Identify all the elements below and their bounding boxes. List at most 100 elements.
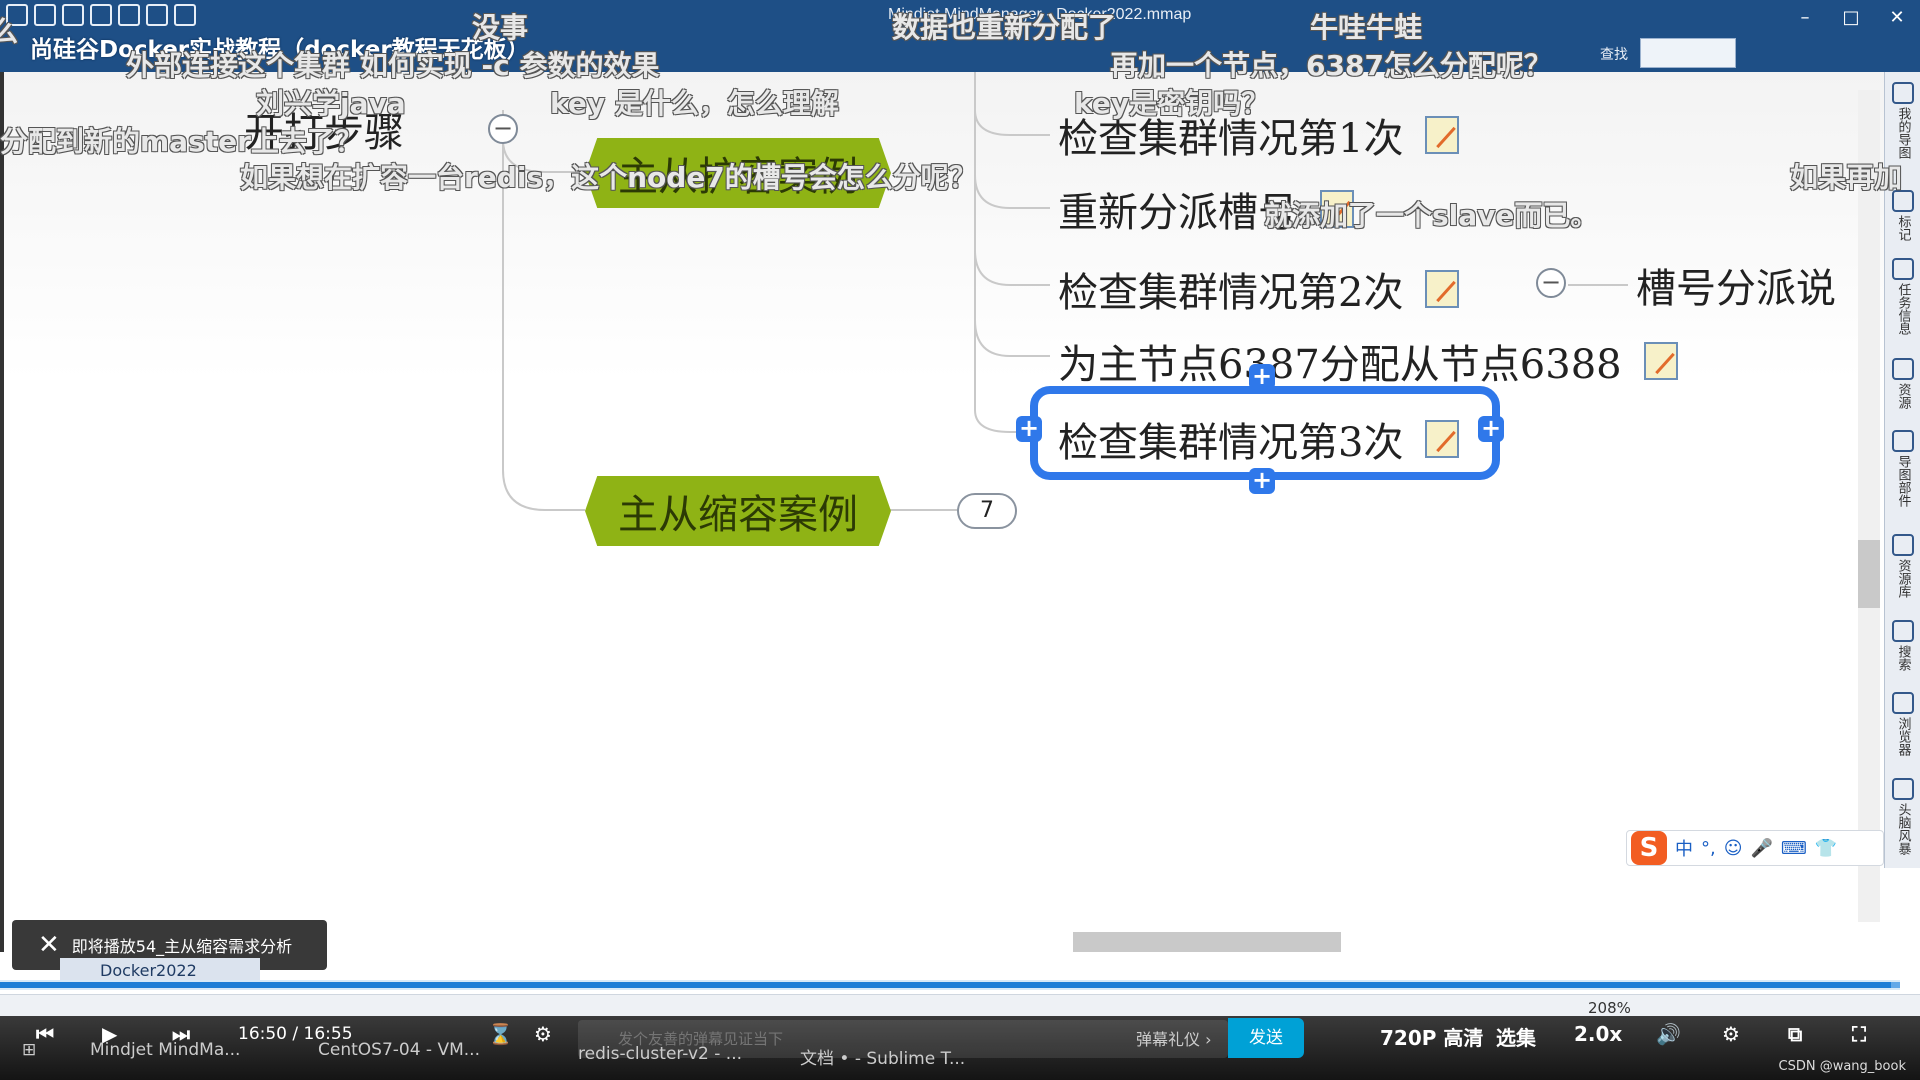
- ime-language-toggle[interactable]: 中: [1675, 835, 1693, 861]
- main-topic-shrink[interactable]: 主从缩容案例: [585, 476, 891, 546]
- episodes-button[interactable]: 选集: [1496, 1022, 1536, 1051]
- collapsed-count-badge[interactable]: 7: [957, 493, 1017, 529]
- subtopic-assign-slave[interactable]: 为主节点6387分配从节点6388: [1058, 332, 1678, 390]
- subtopic-label: 槽号分派说: [1636, 266, 1836, 312]
- danmaku-fragment: 么: [0, 15, 19, 48]
- send-button[interactable]: 发送: [1228, 1018, 1304, 1058]
- danmaku-comment: 就添加了一个slave而已。: [1264, 199, 1599, 232]
- window-controls: – □ ✕: [1782, 0, 1920, 36]
- main-topic-label: 主从缩容案例: [618, 492, 858, 538]
- danmaku-comment: 数据也重新分配了: [892, 11, 1117, 44]
- player-controls: ⏮ ▶ ⏭ 16:50 / 16:55 ⌛ ⚙ 弹幕礼仪 › 发送 720P 高…: [0, 1016, 1920, 1080]
- add-topic-above-icon[interactable]: +: [1249, 364, 1275, 390]
- skin-icon[interactable]: 👕: [1815, 838, 1837, 859]
- print-icon[interactable]: [90, 4, 112, 26]
- collapse-button[interactable]: −: [1536, 268, 1566, 298]
- current-time: 16:50: [238, 1024, 287, 1044]
- horizontal-scrollbar-thumb[interactable]: [1073, 932, 1341, 952]
- vertical-scroll-track[interactable]: [1858, 90, 1880, 922]
- previous-icon[interactable]: ⏮: [36, 1022, 54, 1046]
- settings-icon[interactable]: ⚙: [1722, 1022, 1740, 1046]
- danmaku-comment: 刘兴学java: [256, 87, 406, 120]
- speed-button[interactable]: 2.0x: [1574, 1022, 1622, 1046]
- taskbar-vmware[interactable]: CentOS7-04 - VM...: [318, 1040, 480, 1060]
- side-tab-map-parts[interactable]: 导图部件: [1888, 430, 1918, 507]
- side-tab-my-maps[interactable]: 我的导图: [1888, 82, 1918, 159]
- add-topic-left-icon[interactable]: +: [1016, 416, 1042, 442]
- taskbar-mindmanager[interactable]: Mindjet MindMa...: [90, 1040, 240, 1060]
- search-input[interactable]: [1640, 38, 1736, 68]
- vertical-scrollbar-thumb[interactable]: [1858, 540, 1880, 608]
- subtopic-slot-explanation[interactable]: 槽号分派说: [1636, 256, 1836, 314]
- danmaku-etiquette-link[interactable]: 弹幕礼仪 ›: [1136, 1026, 1212, 1050]
- danmaku-comment: 如果再加: [1790, 161, 1903, 194]
- add-topic-below-icon[interactable]: +: [1249, 468, 1275, 494]
- redo-icon[interactable]: [146, 4, 168, 26]
- taskbar-browser[interactable]: redis-cluster-v2 - ...: [578, 1044, 742, 1064]
- maximize-icon[interactable]: □: [1828, 0, 1874, 36]
- danmaku-comment: 外部连接这个集群 如何实现 -c 参数的效果: [126, 49, 660, 82]
- subtopic-label: 检查集群情况第3次: [1058, 420, 1404, 466]
- danmaku-comment: key是密钥吗？: [1074, 87, 1270, 120]
- library-icon: [1892, 534, 1914, 556]
- side-tab-search[interactable]: 搜索: [1888, 620, 1918, 671]
- volume-icon[interactable]: 🔊: [1656, 1022, 1681, 1046]
- browser-icon: [1892, 692, 1914, 714]
- fullscreen-icon[interactable]: ⛶: [1852, 1022, 1866, 1046]
- emoji-icon[interactable]: ☺: [1724, 838, 1743, 859]
- collapse-button[interactable]: −: [488, 114, 518, 144]
- side-tab-brainstorm[interactable]: 头脑风暴: [1888, 778, 1918, 855]
- danmaku-comment: 如果想在扩容一台redis，这个node7的槽号会怎么分呢？: [240, 161, 977, 194]
- note-icon[interactable]: [1425, 270, 1460, 308]
- side-tab-library[interactable]: 资源库: [1888, 534, 1918, 598]
- close-icon[interactable]: ✕: [1874, 0, 1920, 36]
- quality-button[interactable]: 720P 高清: [1380, 1022, 1483, 1051]
- picture-in-picture-icon[interactable]: ⧉: [1788, 1022, 1802, 1046]
- danmaku-comment: key 是什么，怎么理解: [550, 87, 839, 120]
- minimize-icon[interactable]: –: [1782, 0, 1828, 36]
- parts-icon: [1892, 430, 1914, 452]
- danmaku-comment: 牛哇牛蛙: [1310, 11, 1423, 44]
- subtopic-check-3[interactable]: 检查集群情况第3次: [1058, 410, 1460, 468]
- note-icon[interactable]: [1425, 420, 1460, 458]
- subtopic-label: 检查集群情况第2次: [1058, 270, 1404, 316]
- subtopic-label: 重新分派槽号: [1058, 190, 1298, 236]
- side-tab-browser[interactable]: 浏览器: [1888, 692, 1918, 756]
- microphone-icon[interactable]: 🎤: [1751, 838, 1773, 859]
- watermark: CSDN @wang_book: [1778, 1059, 1906, 1074]
- map-icon: [1892, 82, 1914, 104]
- taskbar-sublime[interactable]: 文档 • - Sublime T...: [800, 1044, 965, 1069]
- close-icon[interactable]: ✕: [38, 930, 60, 960]
- time-separator: /: [292, 1024, 299, 1044]
- ime-toolbar: S 中 °, ☺ 🎤 ⌨ 👕: [1626, 830, 1884, 866]
- danmaku-toggle-icon[interactable]: ⌛: [488, 1022, 513, 1046]
- save-icon[interactable]: [62, 4, 84, 26]
- sogou-logo[interactable]: S: [1631, 831, 1667, 865]
- clock-icon: [1892, 258, 1914, 280]
- windows-start-icon[interactable]: ⊞: [22, 1040, 36, 1060]
- mindmap-canvas[interactable]: [0, 72, 1884, 952]
- side-tab-task-info[interactable]: 任务信息: [1888, 258, 1918, 335]
- punctuation-icon[interactable]: °,: [1701, 838, 1716, 859]
- note-icon[interactable]: [1643, 342, 1678, 380]
- side-tab-resources[interactable]: 资源: [1888, 358, 1918, 409]
- search-label: 查找: [1600, 47, 1628, 63]
- side-tab-markers[interactable]: 标记: [1888, 190, 1918, 241]
- keyboard-icon[interactable]: ⌨: [1781, 838, 1807, 859]
- progress-fill: [0, 982, 1891, 988]
- lightbulb-icon: [1892, 778, 1914, 800]
- danmaku-comment: 分配到新的master上去了？: [0, 125, 363, 158]
- person-icon: [1892, 358, 1914, 380]
- quick-access-toolbar: [0, 4, 196, 28]
- subtopic-label: 为主节点6387分配从节点6388: [1058, 342, 1622, 388]
- up-next-text: 即将播放54_主从缩容需求分析: [71, 937, 293, 956]
- subtopic-check-2[interactable]: 检查集群情况第2次: [1058, 260, 1460, 318]
- danmaku-settings-icon[interactable]: ⚙: [534, 1022, 552, 1046]
- open-folder-icon[interactable]: [34, 4, 56, 26]
- add-subtopic-icon[interactable]: +: [1478, 416, 1504, 442]
- search-icon: [1892, 620, 1914, 642]
- undo-icon[interactable]: [118, 4, 140, 26]
- danmaku-comment: 再加一个节点，6387怎么分配呢？: [1110, 49, 1552, 82]
- note-icon[interactable]: [1425, 116, 1460, 154]
- help-icon[interactable]: [174, 4, 196, 26]
